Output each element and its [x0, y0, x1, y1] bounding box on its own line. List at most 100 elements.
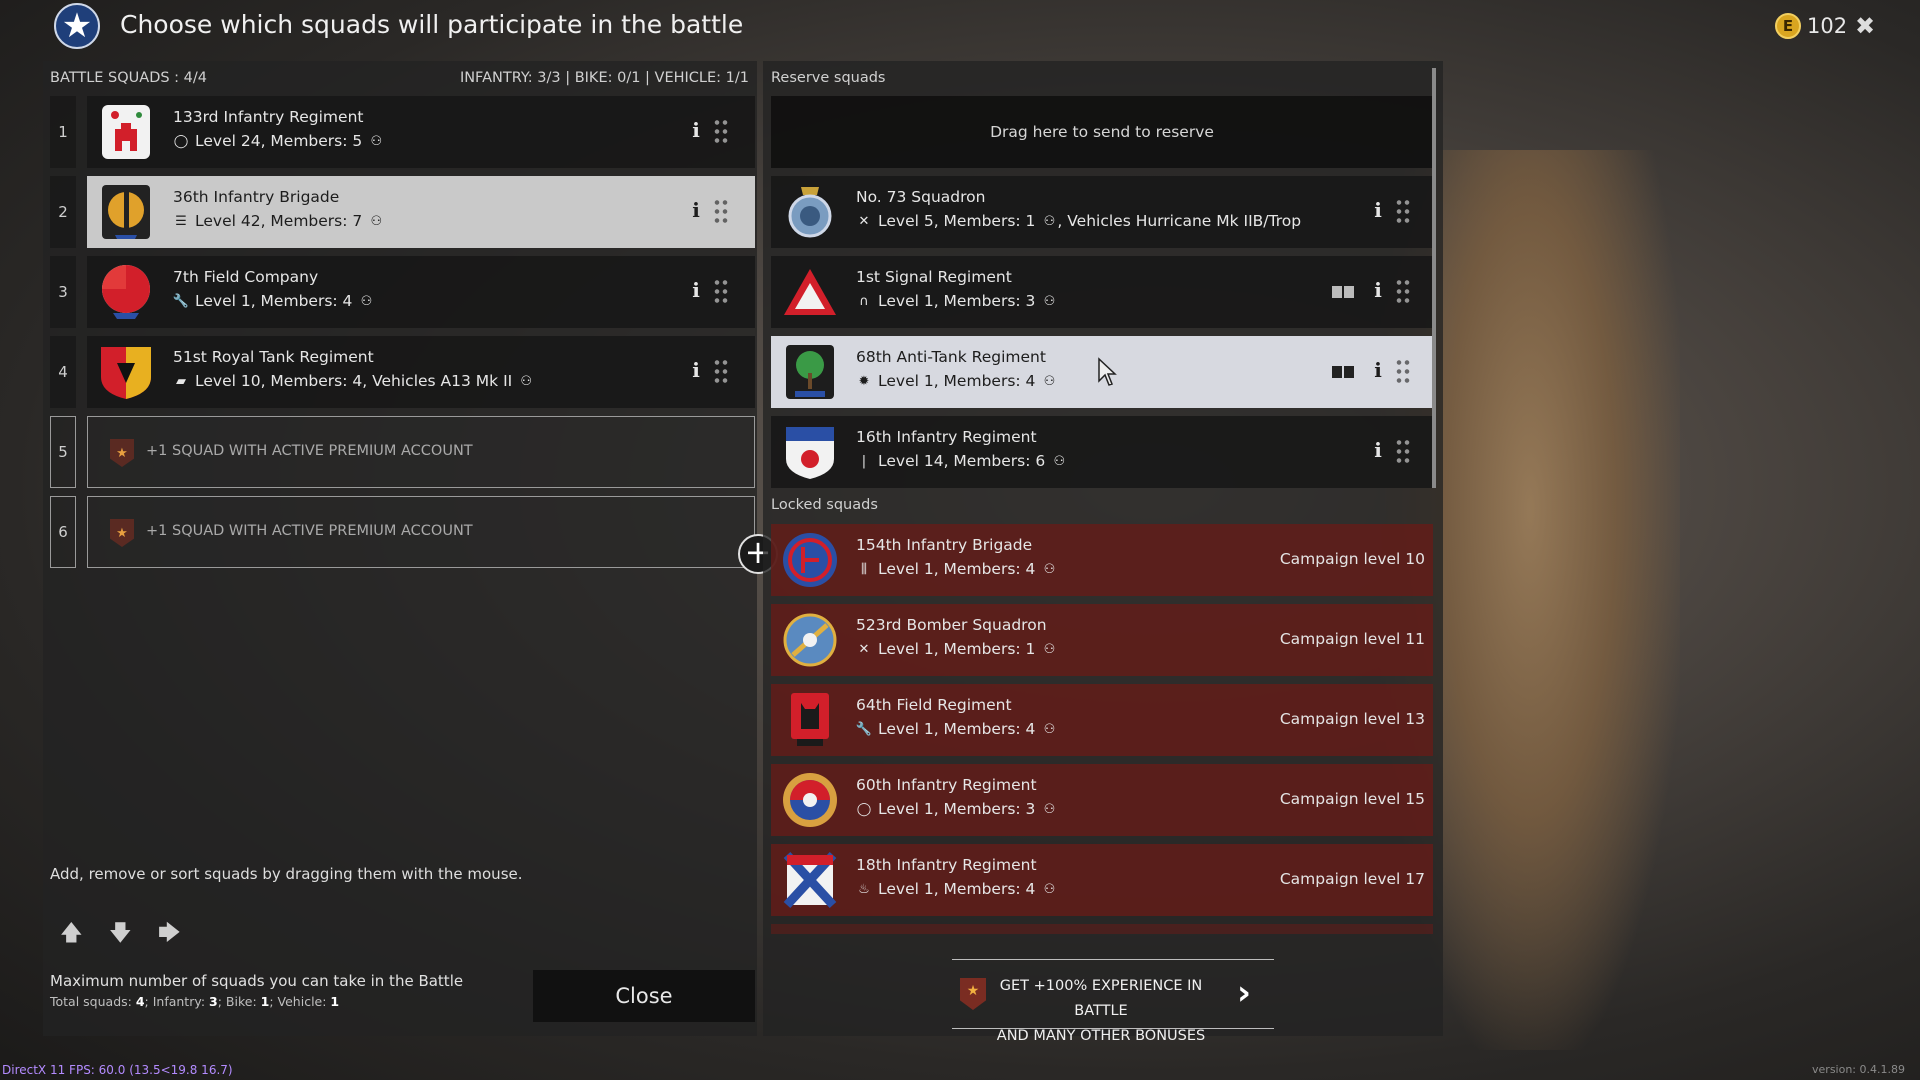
- locked-squad-row[interactable]: 154th Infantry Brigade ⫼ Level 1, Member…: [771, 524, 1433, 596]
- drag-handle-icon[interactable]: [1395, 358, 1411, 386]
- battle-squads-panel: BATTLE SQUADS : 4/4 INFANTRY: 3/3 | BIKE…: [43, 61, 778, 1036]
- version-label: version: 0.4.1.89: [1812, 1063, 1905, 1076]
- premium-promo-button[interactable]: ★ GET +100% EXPERIENCE IN BATTLE AND MAN…: [952, 959, 1274, 1044]
- squad-emblem: [783, 851, 837, 909]
- person-icon: ⚇: [1043, 641, 1056, 657]
- reserve-squad-row[interactable]: No. 73 Squadron ✕ Level 5, Members: 1 ⚇ …: [771, 176, 1433, 248]
- info-icon[interactable]: i: [1371, 278, 1385, 306]
- drag-handle-icon[interactable]: [1395, 278, 1411, 306]
- arrow-down-icon[interactable]: 🡇: [109, 916, 132, 954]
- squad-level-members: Level 1, Members: 4: [878, 372, 1036, 390]
- explosion-icon: ✹: [858, 373, 870, 389]
- squad-details: ▰ Level 10, Members: 4, Vehicles A13 Mk …: [173, 372, 534, 390]
- campaign-level-requirement: Campaign level 17: [1279, 870, 1425, 888]
- info-icon[interactable]: i: [1371, 358, 1385, 386]
- wrench-icon: 🔧: [172, 293, 190, 309]
- squad-emblem: [791, 693, 829, 746]
- rifle-icon: |: [861, 453, 867, 469]
- info-icon[interactable]: i: [689, 118, 703, 146]
- drag-handle-icon[interactable]: [713, 278, 729, 306]
- squad-emblem: [101, 347, 151, 399]
- locked-squad-row[interactable]: 18th Infantry Regiment ♨ Level 1, Member…: [771, 844, 1433, 916]
- arrow-right-icon[interactable]: 🡆: [158, 916, 181, 954]
- person-icon: ⚇: [1053, 453, 1066, 469]
- drag-handle-icon[interactable]: [713, 358, 729, 386]
- close-button[interactable]: Close: [533, 970, 755, 1022]
- squad-name: 133rd Infantry Regiment: [173, 108, 364, 126]
- list-icon: ☰: [175, 213, 187, 229]
- squad-level-members: Level 1, Members: 3: [878, 292, 1036, 310]
- battle-squads-label: BATTLE SQUADS : 4/4: [50, 70, 208, 86]
- total-label: Total squads:: [50, 994, 136, 1009]
- reserve-squad-row[interactable]: 1st Signal Regiment ∩ Level 1, Members: …: [771, 256, 1433, 328]
- book-icon[interactable]: [1331, 364, 1355, 380]
- arrow-up-icon[interactable]: 🡅: [60, 916, 83, 954]
- premium-slot-card[interactable]: ★ +1 SQUAD WITH ACTIVE PREMIUM ACCOUNT: [87, 496, 755, 568]
- squad-level-members: Level 1, Members: 4: [878, 880, 1036, 898]
- squad-details: ✕ Level 1, Members: 1 ⚇: [856, 640, 1057, 658]
- squad-details: ✹ Level 1, Members: 4 ⚇: [856, 372, 1057, 390]
- chevron-right-icon: ›: [1237, 973, 1252, 1013]
- battle-squad-row[interactable]: 1 133rd Infantry Regiment ◯ Level 24, Me…: [50, 96, 755, 168]
- promo-text: GET +100% EXPERIENCE IN BATTLE AND MANY …: [976, 974, 1226, 1049]
- max-squads-breakdown: Total squads: 4; Infantry: 3; Bike: 1; V…: [50, 994, 339, 1009]
- battle-squad-row[interactable]: 3 7th Field Company 🔧 Level 1, Members: …: [50, 256, 755, 328]
- drag-handle-icon[interactable]: [713, 118, 729, 146]
- info-icon[interactable]: i: [1371, 438, 1385, 466]
- flame-icon: ♨: [858, 881, 870, 897]
- close-icon[interactable]: ✖: [1855, 12, 1875, 40]
- squad-details: ◯ Level 1, Members: 3 ⚇: [856, 800, 1057, 818]
- squad-level-members: Level 1, Members: 4: [195, 292, 353, 310]
- squad-card[interactable]: 7th Field Company 🔧 Level 1, Members: 4 …: [87, 256, 755, 328]
- book-icon[interactable]: [1331, 284, 1355, 300]
- person-icon: ⚇: [520, 373, 533, 389]
- drag-handle-icon[interactable]: [1395, 438, 1411, 466]
- locked-squad-row[interactable]: 64th Field Regiment 🔧 Level 1, Members: …: [771, 684, 1433, 756]
- info-icon[interactable]: i: [689, 198, 703, 226]
- locked-squad-row[interactable]: 60th Infantry Regiment ◯ Level 1, Member…: [771, 764, 1433, 836]
- squad-name: 154th Infantry Brigade: [856, 536, 1033, 554]
- promo-line-1: GET +100% EXPERIENCE IN BATTLE: [999, 978, 1203, 1019]
- squad-details: ✕ Level 5, Members: 1 ⚇ , Vehicles Hurri…: [856, 212, 1302, 230]
- premium-slot-card[interactable]: ★ +1 SQUAD WITH ACTIVE PREMIUM ACCOUNT: [87, 416, 755, 488]
- slot-number: 4: [50, 336, 76, 408]
- debug-fps-readout: DirectX 11 FPS: 60.0 (13.5<19.8 16.7): [2, 1063, 233, 1077]
- premium-slot[interactable]: 5 ★ +1 SQUAD WITH ACTIVE PREMIUM ACCOUNT: [50, 416, 755, 488]
- person-icon: ⚇: [370, 133, 383, 149]
- infantry-value: 3: [209, 994, 218, 1009]
- premium-slot[interactable]: 6 ★ +1 SQUAD WITH ACTIVE PREMIUM ACCOUNT: [50, 496, 755, 568]
- wrench-icon: 🔧: [855, 721, 873, 737]
- page-title: Choose which squads will participate in …: [120, 10, 744, 39]
- battle-squad-row[interactable]: 2 36th Infantry Brigade ☰ Level 42, Memb…: [50, 176, 755, 248]
- reserve-scrollbar[interactable]: [1432, 68, 1436, 488]
- locked-squad-row[interactable]: 523rd Bomber Squadron ✕ Level 1, Members…: [771, 604, 1433, 676]
- squad-level-members: Level 10, Members: 4, Vehicles A13 Mk II: [195, 372, 513, 390]
- info-icon[interactable]: i: [1371, 198, 1385, 226]
- squad-details: ∩ Level 1, Members: 3 ⚇: [856, 292, 1057, 310]
- drag-handle-icon[interactable]: [1395, 198, 1411, 226]
- person-icon: ⚇: [1043, 293, 1056, 309]
- reserve-drop-zone[interactable]: Drag here to send to reserve: [771, 96, 1433, 168]
- infantry-label: ; Infantry:: [144, 994, 210, 1009]
- squad-card[interactable]: 51st Royal Tank Regiment ▰ Level 10, Mem…: [87, 336, 755, 408]
- header: ★ Choose which squads will participate i…: [0, 0, 1920, 52]
- squad-level-members: Level 42, Members: 7: [195, 212, 363, 230]
- squad-emblem: [786, 345, 834, 399]
- person-icon: ⚇: [360, 293, 373, 309]
- reserve-squad-row[interactable]: 16th Infantry Regiment | Level 14, Membe…: [771, 416, 1433, 488]
- squad-card-selected[interactable]: 36th Infantry Brigade ☰ Level 42, Member…: [87, 176, 755, 248]
- info-icon[interactable]: i: [689, 278, 703, 306]
- drag-handle-icon[interactable]: [713, 198, 729, 226]
- drag-hint: Add, remove or sort squads by dragging t…: [50, 865, 523, 883]
- squad-name: 68th Anti-Tank Regiment: [856, 348, 1046, 366]
- battle-squad-row[interactable]: 4 51st Royal Tank Regiment ▰ Level 10, M…: [50, 336, 755, 408]
- squad-details: 🔧 Level 1, Members: 4 ⚇: [173, 292, 374, 310]
- squad-card[interactable]: 133rd Infantry Regiment ◯ Level 24, Memb…: [87, 96, 755, 168]
- headphones-icon: ∩: [859, 293, 869, 309]
- info-icon[interactable]: i: [689, 358, 703, 386]
- plane-icon: ✕: [858, 213, 870, 229]
- locked-squads-label: Locked squads: [771, 497, 878, 513]
- slot-number: 1: [50, 96, 76, 168]
- slot-number: 3: [50, 256, 76, 328]
- vehicle-label: ; Vehicle:: [269, 994, 331, 1009]
